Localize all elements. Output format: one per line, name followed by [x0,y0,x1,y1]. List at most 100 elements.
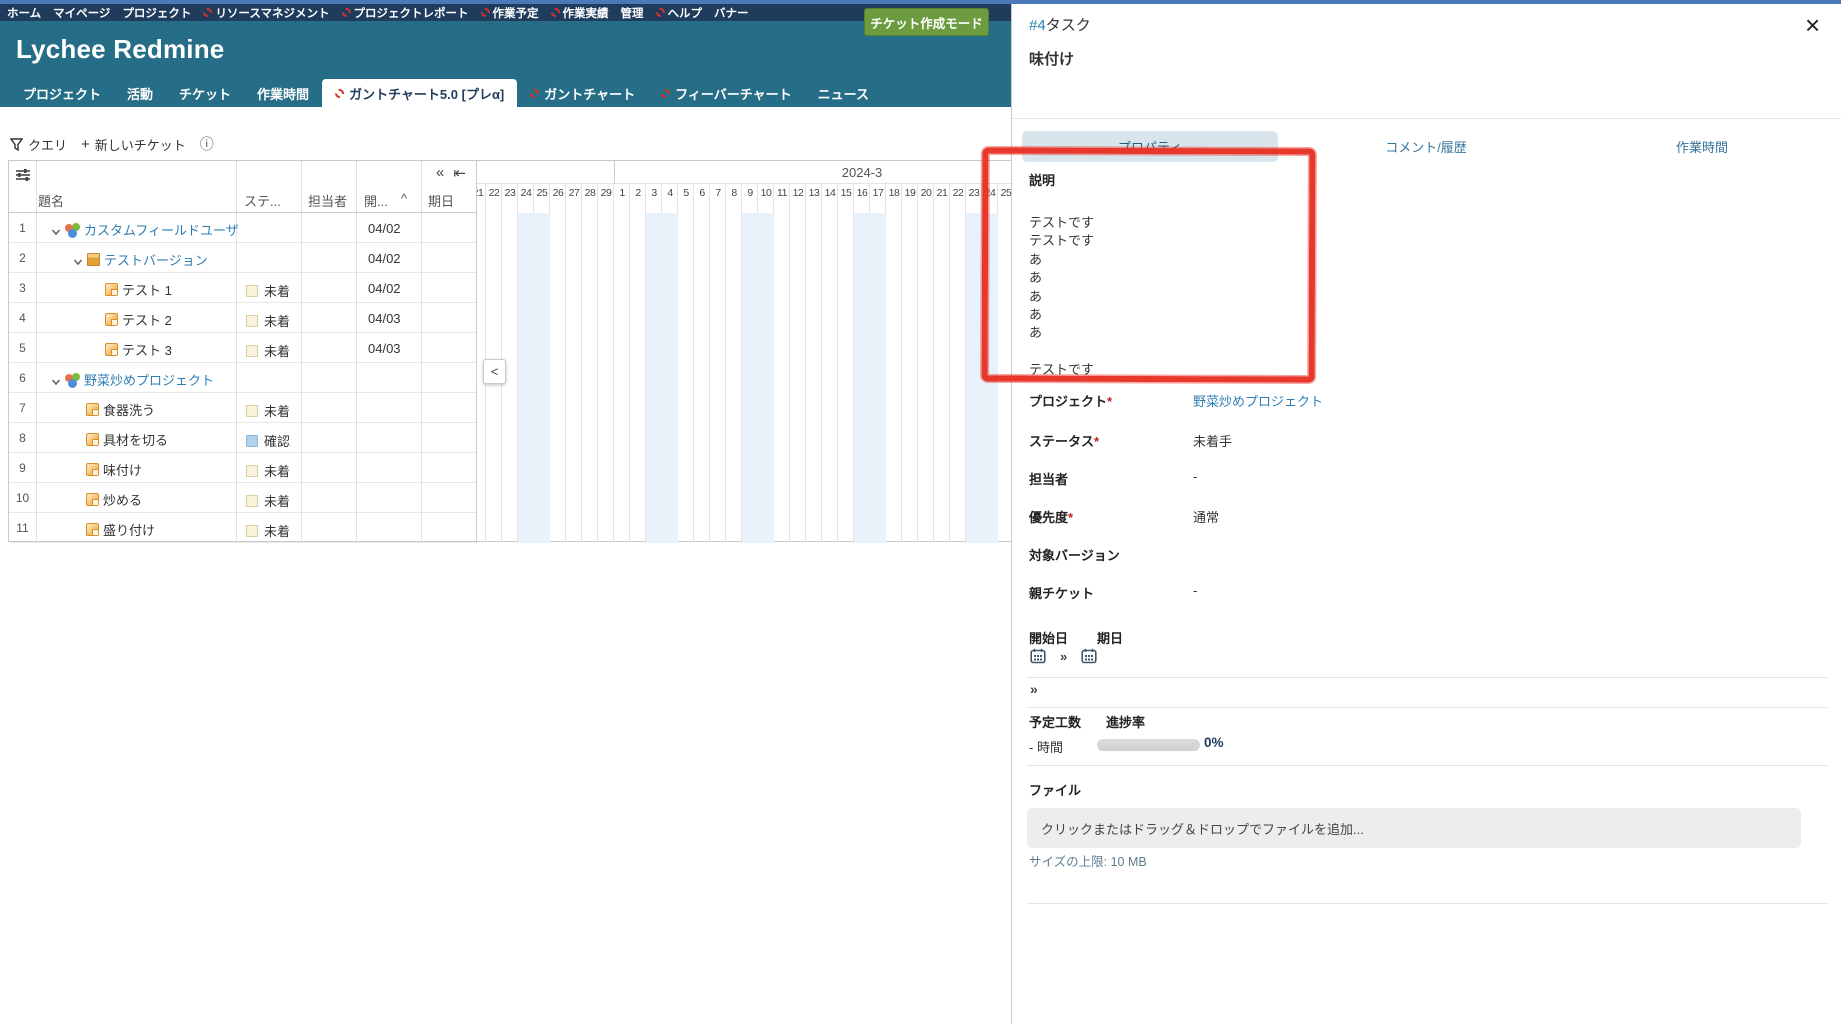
menu-item-リソースマネジメント[interactable]: リソースマネジメント [203,5,330,21]
day-number: 3 [651,187,657,199]
table-row[interactable]: 3 テスト 1 未着 04/02 [9,273,476,303]
ticket-icon [86,463,99,476]
row-subject[interactable]: 味付け [86,460,142,479]
due-date-calendar-icon[interactable] [1081,648,1097,664]
col-header-subject[interactable]: 題名 [38,191,64,210]
tab-プロジェクト[interactable]: プロジェクト [10,79,114,107]
table-row[interactable]: 11 盛り付け 未着 [9,513,476,543]
row-subject[interactable]: 野菜炒めプロジェクト [51,370,214,389]
tab-ガントチャート5.0 [プレα][interactable]: ガントチャート5.0 [プレα] [322,79,518,107]
progress-bar[interactable] [1097,739,1200,751]
table-row[interactable]: 6 野菜炒めプロジェクト [9,363,476,393]
ticket-id[interactable]: #4 [1029,17,1046,34]
row-number: 3 [19,281,26,295]
table-row[interactable]: 4 テスト 2 未着 04/03 [9,303,476,333]
row-status: 未着 [246,491,290,510]
table-row[interactable]: 5 テスト 3 未着 04/03 [9,333,476,363]
day-number: 18 [888,187,900,199]
tab-チケット[interactable]: チケット [166,79,244,107]
panel-tab-プロパティ[interactable]: プロパティ [1012,130,1288,162]
chevron-down-icon[interactable] [51,375,61,385]
status-label: 未着 [264,344,291,359]
day-column: 18 [886,184,902,543]
table-row[interactable]: 1 カスタムフィールドユーザ 04/02 [9,213,476,243]
row-subject[interactable]: カスタムフィールドユーザ [51,220,239,239]
table-row[interactable]: 7 食器洗う 未着 [9,393,476,423]
day-column: 23 [966,184,982,543]
day-column: 6 [694,184,710,543]
tab-フィーバーチャート[interactable]: フィーバーチャート [648,79,804,107]
query-menu[interactable]: クエリ [10,135,67,154]
day-number: 17 [872,187,884,199]
table-row[interactable]: 9 味付け 未着 [9,453,476,483]
row-subject[interactable]: テストバージョン [73,250,208,269]
query-toolbar: クエリ + 新しいチケット ⓘ [10,133,214,155]
row-subject[interactable]: 具材を切る [86,430,168,449]
col-header-assignee[interactable]: 担当者 [308,191,347,210]
menu-item-作業予定[interactable]: 作業予定 [480,5,539,21]
sort-ascending-icon[interactable]: ^ [401,191,407,206]
table-row[interactable]: 2 テストバージョン 04/02 [9,243,476,273]
row-subject[interactable]: 食器洗う [86,400,155,419]
chevron-down-icon[interactable] [73,255,83,265]
field-value-プロジェクト[interactable]: 野菜炒めプロジェクト [1193,391,1323,410]
panel-tab-作業時間[interactable]: 作業時間 [1564,131,1840,161]
status-label: 未着 [264,524,291,539]
day-number: 4 [667,187,673,199]
menu-item-マイページ[interactable]: マイページ [53,5,110,21]
status-swatch [246,434,258,447]
field-label-対象バージョン: 対象バージョン [1029,548,1120,563]
menu-item-label: 管理 [620,7,644,20]
chevron-down-icon[interactable] [51,225,61,235]
lychee-icon [530,88,540,98]
table-row[interactable]: 10 炒める 未着 [9,483,476,513]
tab-作業時間[interactable]: 作業時間 [244,79,322,107]
menu-item-ヘルプ[interactable]: ヘルプ [655,5,703,21]
collapse-timeline-button[interactable]: < [483,359,506,384]
col-header-start[interactable]: 開... [364,191,388,210]
expand-more-fields-icon[interactable]: » [1030,681,1038,697]
row-subject[interactable]: テスト 1 [105,280,172,299]
column-settings-icon[interactable] [15,167,31,188]
lychee-icon [480,8,490,17]
panel-tab-コメント/履歴[interactable]: コメント/履歴 [1288,131,1564,161]
status-swatch [246,524,258,537]
scroll-to-start-icon[interactable]: ⇤ [453,164,466,182]
row-subject[interactable]: 炒める [86,490,142,509]
menu-item-label: マイページ [53,7,111,20]
day-column: 29 [598,184,614,543]
collapse-all-left-icon[interactable]: « [436,164,444,182]
menu-item-管理[interactable]: 管理 [621,5,644,21]
menu-item-バナー[interactable]: バナー [714,5,749,21]
file-dropzone[interactable]: クリックまたはドラッグ＆ドロップでファイルを追加... [1027,808,1801,848]
start-date-calendar-icon[interactable] [1030,648,1046,664]
info-icon[interactable]: ⓘ [200,134,214,154]
date-range-arrow: » [1060,648,1068,664]
menu-item-作業実績[interactable]: 作業実績 [550,5,609,21]
status-label: 未着 [264,404,291,419]
row-start-date: 04/02 [368,281,401,296]
weekend-shading [534,213,550,543]
col-header-status[interactable]: ステ... [244,191,281,210]
row-subject[interactable]: 盛り付け [86,520,155,539]
divider [1027,765,1827,766]
row-subject[interactable]: テスト 3 [105,340,172,359]
ticket-create-mode-button[interactable]: チケット作成モード [864,8,989,36]
table-row[interactable]: 8 具材を切る 確認 [9,423,476,453]
weekend-shading [518,213,534,543]
menu-item-label: ヘルプ [667,7,703,20]
menu-item-プロジェクト[interactable]: プロジェクト [122,5,191,21]
col-header-due[interactable]: 期日 [428,191,454,210]
row-subject[interactable]: テスト 2 [105,310,172,329]
description-text[interactable]: テストです テストです あ あ あ あ あ テストです [1029,214,1094,380]
tab-ガントチャート[interactable]: ガントチャート [517,79,648,107]
menu-item-ホーム[interactable]: ホーム [7,5,41,21]
tab-ニュース[interactable]: ニュース [805,79,882,107]
day-number: 13 [808,187,820,199]
close-icon[interactable]: × [1805,12,1820,38]
status-swatch [246,404,258,417]
new-ticket-button[interactable]: + 新しいチケット [81,135,186,154]
tab-活動[interactable]: 活動 [114,79,166,107]
divider [1027,903,1827,904]
menu-item-プロジェクトレポート[interactable]: プロジェクトレポート [341,5,469,21]
